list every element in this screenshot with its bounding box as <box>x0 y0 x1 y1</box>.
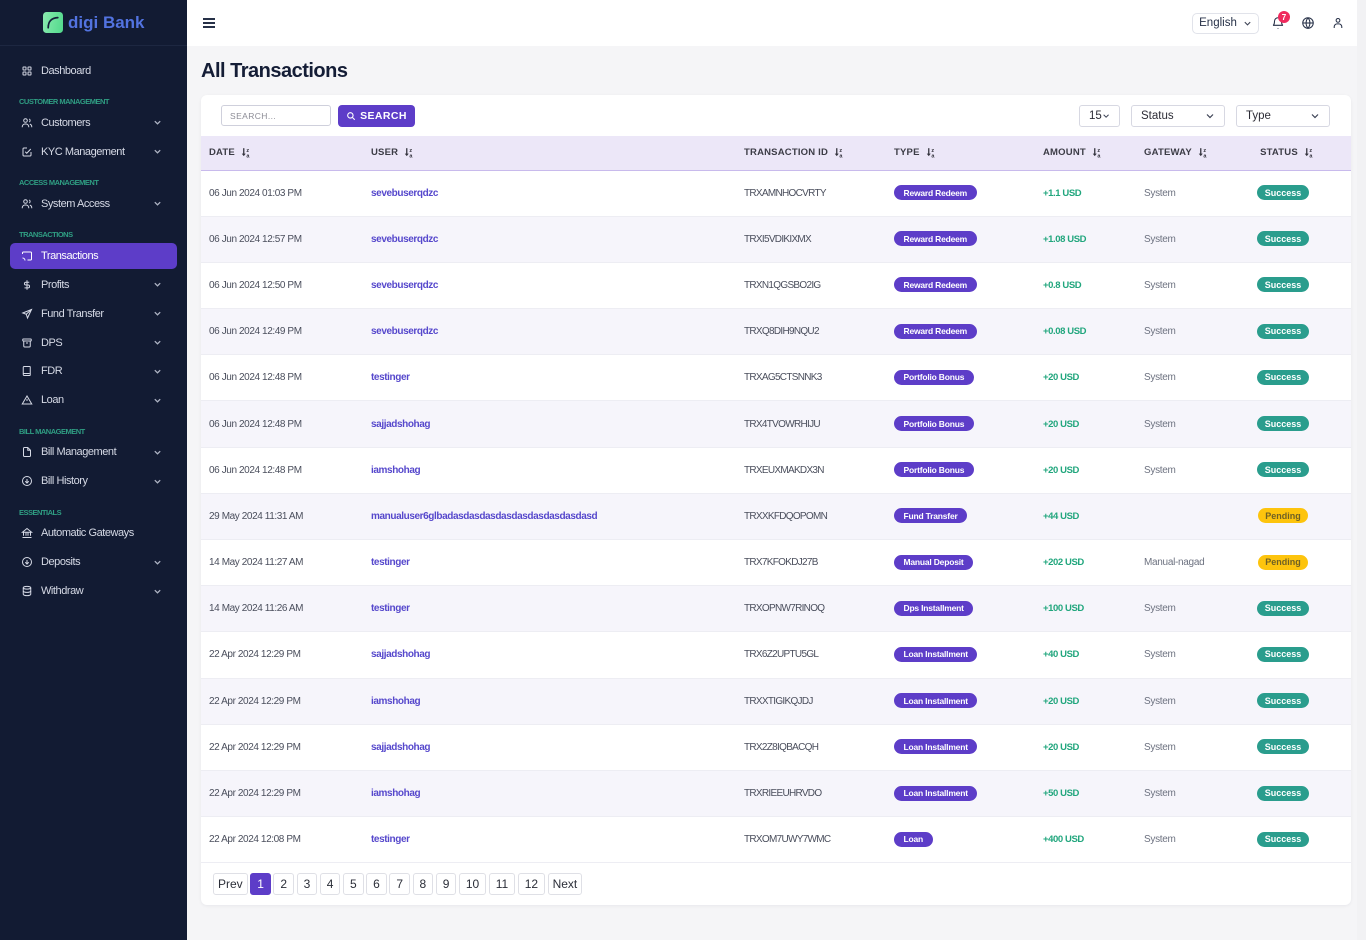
svg-text:a: a <box>839 154 843 158</box>
svg-text:a: a <box>1309 154 1313 158</box>
svg-text:a: a <box>410 154 414 158</box>
svg-text:a: a <box>931 154 935 158</box>
svg-text:a: a <box>246 154 250 158</box>
svg-text:a: a <box>1097 154 1101 158</box>
svg-text:a: a <box>1203 154 1207 158</box>
